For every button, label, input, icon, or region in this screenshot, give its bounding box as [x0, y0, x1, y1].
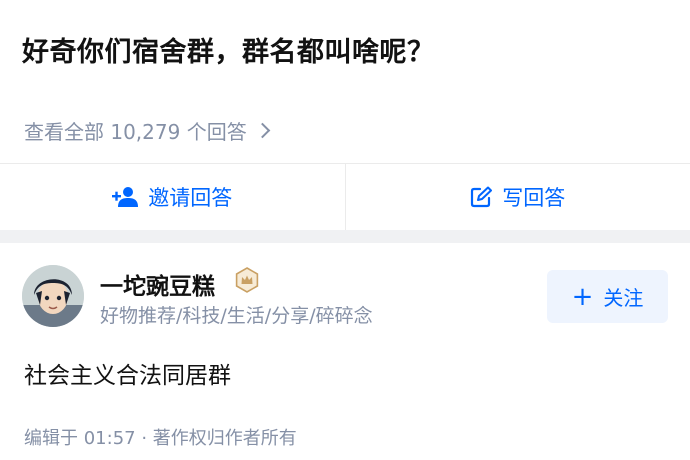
section-gap [0, 230, 690, 243]
plus-icon: + [571, 281, 594, 312]
author-name[interactable]: 一坨豌豆糕 [100, 267, 215, 301]
action-bar: 邀请回答 写回答 [0, 164, 690, 230]
write-answer-button[interactable]: 写回答 [346, 164, 690, 230]
write-answer-label: 写回答 [502, 186, 566, 210]
invite-answer-button[interactable]: 邀请回答 [0, 164, 345, 230]
invite-answer-label: 邀请回答 [148, 186, 233, 210]
view-all-answers-link[interactable]: 查看全部 10,279 个回答 [24, 116, 270, 145]
answer-meta: 编辑于 01:57 · 著作权归作者所有 [24, 428, 297, 449]
follow-button[interactable]: + 关注 [547, 270, 668, 323]
author-bio: 好物推荐/科技/生活/分享/碎碎念 [100, 305, 373, 327]
chevron-right-icon [254, 122, 270, 139]
view-all-label: 查看全部 10,279 个回答 [24, 120, 247, 144]
follow-label: 关注 [603, 286, 644, 310]
answer-author-row: 一坨豌豆糕 好物推荐/科技/生活/分享/碎碎念 + 关注 [22, 265, 668, 329]
add-user-icon [112, 186, 139, 208]
edit-icon [470, 186, 493, 208]
question-title[interactable]: 好奇你们宿舍群，群名都叫啥呢？ [22, 30, 435, 69]
crown-badge-icon [234, 267, 260, 297]
avatar[interactable] [22, 265, 84, 327]
answer-content[interactable]: 社会主义合法同居群 [24, 356, 231, 390]
